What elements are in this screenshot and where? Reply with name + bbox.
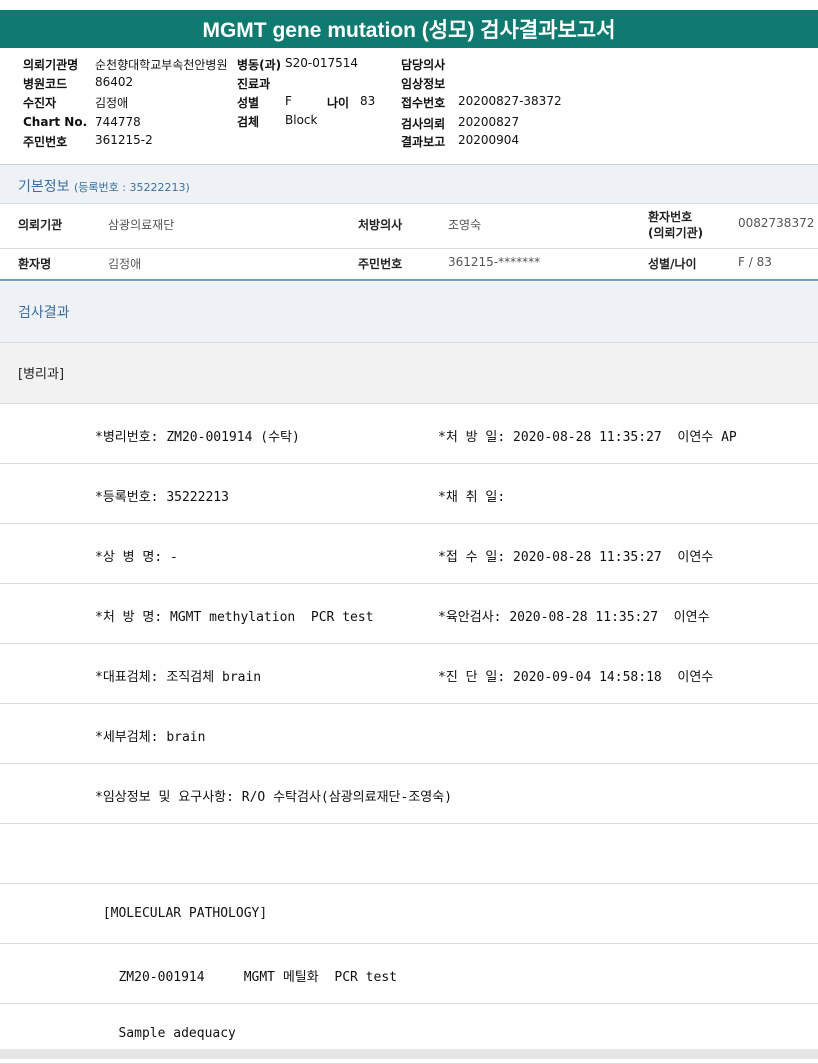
doctor-label: 담당의사 — [401, 58, 446, 72]
result-left-text: *임상정보 및 요구사항: R/O 수탁검사(삼광의료재단-조영숙) — [95, 790, 453, 805]
result-row: *임상정보 및 요구사항: R/O 수탁검사(삼광의료재단-조영숙) — [0, 764, 818, 824]
report-value: 20200904 — [458, 133, 520, 147]
report-title: MGMT gene mutation (성모) 검사결과보고서 — [0, 10, 818, 48]
report-label: 결과보고 — [401, 135, 446, 149]
result-row: *병리번호: ZM20-001914 (수탁) *처 방 일: 2020-08-2… — [0, 404, 818, 464]
result-row: ZM20-001914 MGMT 메틸화 PCR test — [0, 944, 818, 1004]
request-inst-value: 순천향대학교부속천안병원 — [95, 58, 228, 72]
request-inst-label: 의뢰기관명 — [23, 58, 79, 72]
ward-label: 병동(과) — [237, 58, 282, 72]
clinical-info-label: 임상정보 — [401, 77, 446, 91]
request-inst-key: 의뢰기관 — [18, 218, 63, 232]
dept-label: [병리과] — [18, 367, 65, 382]
result-row: *상 병 명: - *접 수 일: 2020-08-28 11:35:27 이연수 — [0, 524, 818, 584]
ssn-key: 주민번호 — [358, 257, 403, 271]
result-right-text: *진 단 일: 2020-09-04 14:58:18 이연수 — [438, 670, 714, 685]
result-left-text: [MOLECULAR PATHOLOGY] — [95, 906, 268, 921]
result-right-text: *육안검사: 2020-08-28 11:35:27 이연수 — [438, 610, 710, 625]
result-row — [0, 824, 818, 884]
registration-number: (등록번호 : 35222213) — [73, 181, 190, 194]
ssn-label: 주민번호 — [23, 135, 68, 149]
patient-no-val: 0082738372 — [738, 216, 815, 230]
result-left-text: *대표검체: 조직검체 brain — [95, 670, 262, 685]
dept-row: [병리과] — [0, 343, 818, 404]
basic-info-row-2: 환자명 김정애 주민번호 361215-******* 성별/나이 F / 83 — [0, 249, 818, 281]
sex-value: F — [285, 94, 292, 108]
age-label: 나이 — [327, 96, 350, 110]
sex-label: 성별 — [237, 96, 260, 110]
result-row: *세부검체: brain — [0, 704, 818, 764]
result-left-text: *세부검체: brain — [95, 730, 206, 745]
result-right-text: *채 취 일: — [438, 490, 506, 505]
patient-name-val: 김정애 — [108, 257, 142, 271]
prescriber-val: 조영숙 — [448, 218, 482, 232]
result-left-text: *등록번호: 35222213 — [95, 490, 229, 505]
result-left-text: ZM20-001914 MGMT 메틸화 PCR test — [95, 970, 397, 985]
dept-label: 진료과 — [237, 77, 271, 91]
patient-value: 김정애 — [95, 96, 129, 110]
patient-label: 수진자 — [23, 96, 57, 110]
specimen-value: Block — [285, 113, 318, 127]
basic-info-row-1: 의뢰기관 삼광의료재단 처방의사 조영숙 환자번호 (의뢰기관) 0082738… — [0, 204, 818, 249]
hospital-code-value: 86402 — [95, 75, 134, 89]
report-header: 의뢰기관명 순천향대학교부속천안병원 병동(과) S20-017514 담당의사… — [0, 56, 818, 156]
result-row: *대표검체: 조직검체 brain *진 단 일: 2020-09-04 14:5… — [0, 644, 818, 704]
basic-info-title: 기본정보 — [18, 179, 70, 195]
results-header: 검사결과 — [0, 282, 818, 343]
patient-no-key-sub: (의뢰기관) — [648, 226, 704, 240]
receipt-label: 접수번호 — [401, 96, 446, 110]
specimen-label: 검체 — [237, 115, 260, 129]
result-row: [MOLECULAR PATHOLOGY] — [0, 884, 818, 944]
receipt-value: 20200827-38372 — [458, 94, 562, 108]
ssn-value: 361215-2 — [95, 133, 153, 147]
result-left-text: *처 방 명: MGMT methylation PCR test — [95, 610, 374, 625]
request-inst-val: 삼광의료재단 — [108, 218, 175, 232]
page-bottom-bar — [0, 1049, 818, 1059]
sex-age-key: 성별/나이 — [648, 257, 697, 271]
result-right-text: *접 수 일: 2020-08-28 11:35:27 이연수 — [438, 550, 714, 565]
sex-age-val: F / 83 — [738, 255, 772, 269]
test-req-label: 검사의뢰 — [401, 117, 446, 131]
result-row: *등록번호: 35222213 *채 취 일: — [0, 464, 818, 524]
basic-info-header: 기본정보 (등록번호 : 35222213) — [0, 165, 818, 204]
ssn-val: 361215-******* — [448, 255, 541, 269]
result-right-text: *처 방 일: 2020-08-28 11:35:27 이연수 AP — [438, 430, 737, 445]
result-left-text: Sample adequacy — [95, 1026, 236, 1041]
hospital-code-label: 병원코드 — [23, 77, 68, 91]
test-req-value: 20200827 — [458, 115, 520, 129]
ward-value: S20-017514 — [285, 56, 359, 70]
age-value: 83 — [360, 94, 376, 108]
patient-no-key: 환자번호 — [648, 210, 693, 224]
prescriber-key: 처방의사 — [358, 218, 403, 232]
chart-label: Chart No. — [23, 115, 88, 129]
results-title: 검사결과 — [18, 305, 70, 321]
chart-value: 744778 — [95, 115, 141, 129]
patient-name-key: 환자명 — [18, 257, 52, 271]
result-row: *처 방 명: MGMT methylation PCR test *육안검사: … — [0, 584, 818, 644]
result-left-text: *상 병 명: - — [95, 550, 178, 565]
result-left-text: *병리번호: ZM20-001914 (수탁) — [95, 430, 300, 445]
